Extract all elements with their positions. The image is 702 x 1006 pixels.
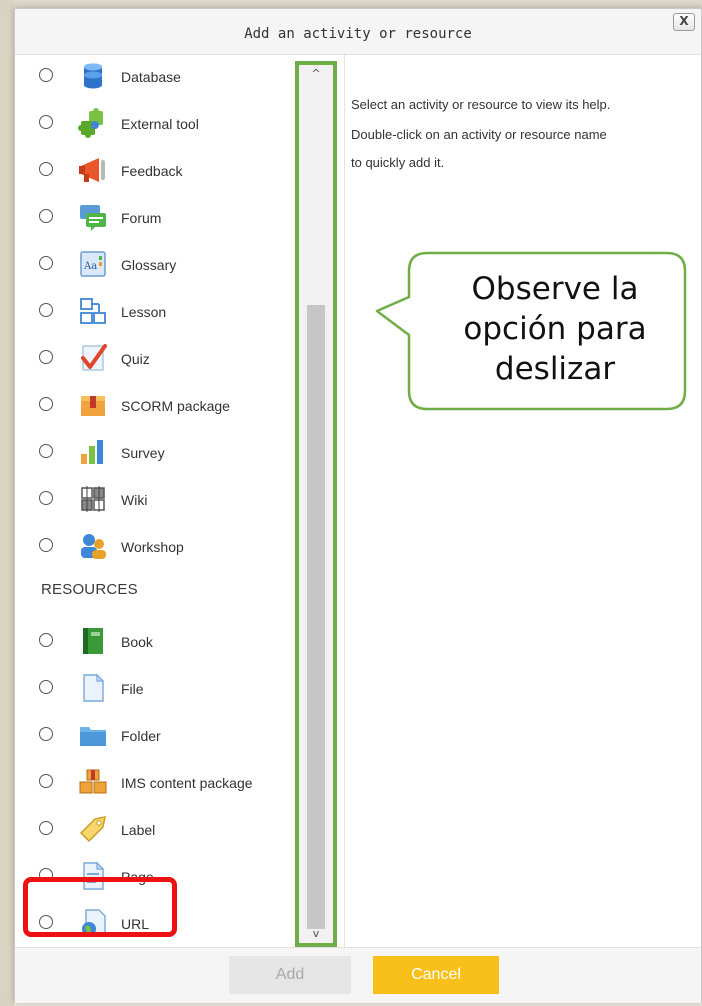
radio-button[interactable] bbox=[39, 256, 53, 270]
item-label: Quiz bbox=[121, 351, 150, 367]
module-list-pane[interactable]: Database External tool Feedback Forum Aa… bbox=[15, 55, 345, 949]
help-text-line-2: Double-click on an activity or resource … bbox=[351, 127, 607, 142]
radio-button[interactable] bbox=[39, 633, 53, 647]
forum-chat-icon bbox=[77, 201, 109, 233]
help-pane: Select an activity or resource to view i… bbox=[347, 55, 699, 949]
list-item-glossary[interactable]: Aa Glossary bbox=[15, 241, 295, 287]
item-label: Glossary bbox=[121, 257, 177, 273]
green-book-icon bbox=[77, 625, 109, 657]
callout-line-3: deslizar bbox=[494, 351, 616, 387]
list-item-external-tool[interactable]: External tool bbox=[15, 100, 295, 146]
list-item-scorm-package[interactable]: SCORM package bbox=[15, 382, 295, 428]
add-button[interactable]: Add bbox=[229, 956, 351, 994]
item-label: External tool bbox=[121, 116, 199, 132]
package-box-icon bbox=[77, 389, 109, 421]
dialog-footer: Add Cancel bbox=[15, 947, 701, 1003]
megaphone-icon bbox=[77, 154, 109, 186]
item-label: Label bbox=[121, 822, 156, 838]
radio-button[interactable] bbox=[39, 727, 53, 741]
radio-button[interactable] bbox=[39, 115, 53, 129]
radio-button[interactable] bbox=[39, 209, 53, 223]
list-item-feedback[interactable]: Feedback bbox=[15, 147, 295, 193]
callout-text: Observe la opción para deslizar bbox=[423, 269, 687, 389]
checkmark-quiz-icon bbox=[77, 342, 109, 374]
svg-text:Aa: Aa bbox=[83, 261, 97, 272]
help-text-line-3: to quickly add it. bbox=[351, 155, 445, 170]
list-item-book[interactable]: Book bbox=[15, 618, 295, 664]
radio-button[interactable] bbox=[39, 397, 53, 411]
wiki-tiles-icon bbox=[77, 483, 109, 515]
help-text-line-1: Select an activity or resource to view i… bbox=[351, 97, 611, 112]
radio-button[interactable] bbox=[39, 491, 53, 505]
radio-button[interactable] bbox=[39, 162, 53, 176]
list-item-label[interactable]: Label bbox=[15, 806, 295, 852]
radio-button[interactable] bbox=[39, 444, 53, 458]
radio-button[interactable] bbox=[39, 680, 53, 694]
item-label: Lesson bbox=[121, 304, 167, 320]
file-icon bbox=[77, 672, 109, 704]
stacked-boxes-icon bbox=[77, 766, 109, 798]
item-label: SCORM package bbox=[121, 398, 230, 414]
cancel-button[interactable]: Cancel bbox=[373, 956, 499, 994]
list-item-workshop[interactable]: Workshop bbox=[15, 523, 295, 569]
item-label: Forum bbox=[121, 210, 162, 226]
puzzle-piece-icon bbox=[77, 107, 109, 139]
item-label: File bbox=[121, 681, 144, 697]
item-label: Database bbox=[121, 69, 181, 85]
list-item-database[interactable]: Database bbox=[15, 55, 295, 99]
callout-line-1: Observe la bbox=[471, 271, 639, 307]
background-top bbox=[0, 0, 702, 8]
radio-button[interactable] bbox=[39, 68, 53, 82]
list-item-ims-content-package[interactable]: IMS content package bbox=[15, 759, 295, 805]
close-button[interactable]: X bbox=[673, 13, 695, 31]
item-label: Book bbox=[121, 634, 153, 650]
dialog-header: Add an activity or resource X bbox=[15, 9, 701, 55]
resources-heading: RESOURCES bbox=[41, 581, 138, 598]
radio-button[interactable] bbox=[39, 350, 53, 364]
people-icon bbox=[77, 530, 109, 562]
radio-button[interactable] bbox=[39, 774, 53, 788]
scrollbar-thumb[interactable] bbox=[307, 305, 325, 929]
callout-line-2: opción para bbox=[463, 311, 647, 347]
glossary-book-icon: Aa bbox=[77, 248, 109, 280]
list-item-forum[interactable]: Forum bbox=[15, 194, 295, 240]
item-label: Wiki bbox=[121, 492, 148, 508]
add-activity-dialog: Add an activity or resource X Database E… bbox=[14, 8, 702, 1003]
item-label: Folder bbox=[121, 728, 161, 744]
list-item-file[interactable]: File bbox=[15, 665, 295, 711]
radio-button[interactable] bbox=[39, 538, 53, 552]
radio-button[interactable] bbox=[39, 303, 53, 317]
url-highlight-box bbox=[23, 877, 177, 937]
radio-button[interactable] bbox=[39, 821, 53, 835]
folder-icon bbox=[77, 719, 109, 751]
list-item-quiz[interactable]: Quiz bbox=[15, 335, 295, 381]
lesson-flow-icon bbox=[77, 295, 109, 327]
list-item-survey[interactable]: Survey bbox=[15, 429, 295, 475]
scroll-up-arrow[interactable]: ^ bbox=[299, 65, 333, 83]
vertical-scrollbar[interactable]: ^ v bbox=[295, 61, 337, 947]
item-label: Workshop bbox=[121, 539, 184, 555]
bar-chart-icon bbox=[77, 436, 109, 468]
list-item-folder[interactable]: Folder bbox=[15, 712, 295, 758]
item-label: Feedback bbox=[121, 163, 183, 179]
database-icon bbox=[77, 60, 109, 92]
background-left bbox=[0, 0, 14, 1006]
tag-icon bbox=[77, 813, 109, 845]
list-item-wiki[interactable]: Wiki bbox=[15, 476, 295, 522]
list-item-lesson[interactable]: Lesson bbox=[15, 288, 295, 334]
item-label: IMS content package bbox=[121, 775, 253, 791]
callout-bubble: Observe la opción para deslizar bbox=[375, 251, 687, 411]
dialog-title: Add an activity or resource bbox=[244, 26, 472, 42]
scroll-down-arrow[interactable]: v bbox=[299, 925, 333, 943]
item-label: Survey bbox=[121, 445, 165, 461]
